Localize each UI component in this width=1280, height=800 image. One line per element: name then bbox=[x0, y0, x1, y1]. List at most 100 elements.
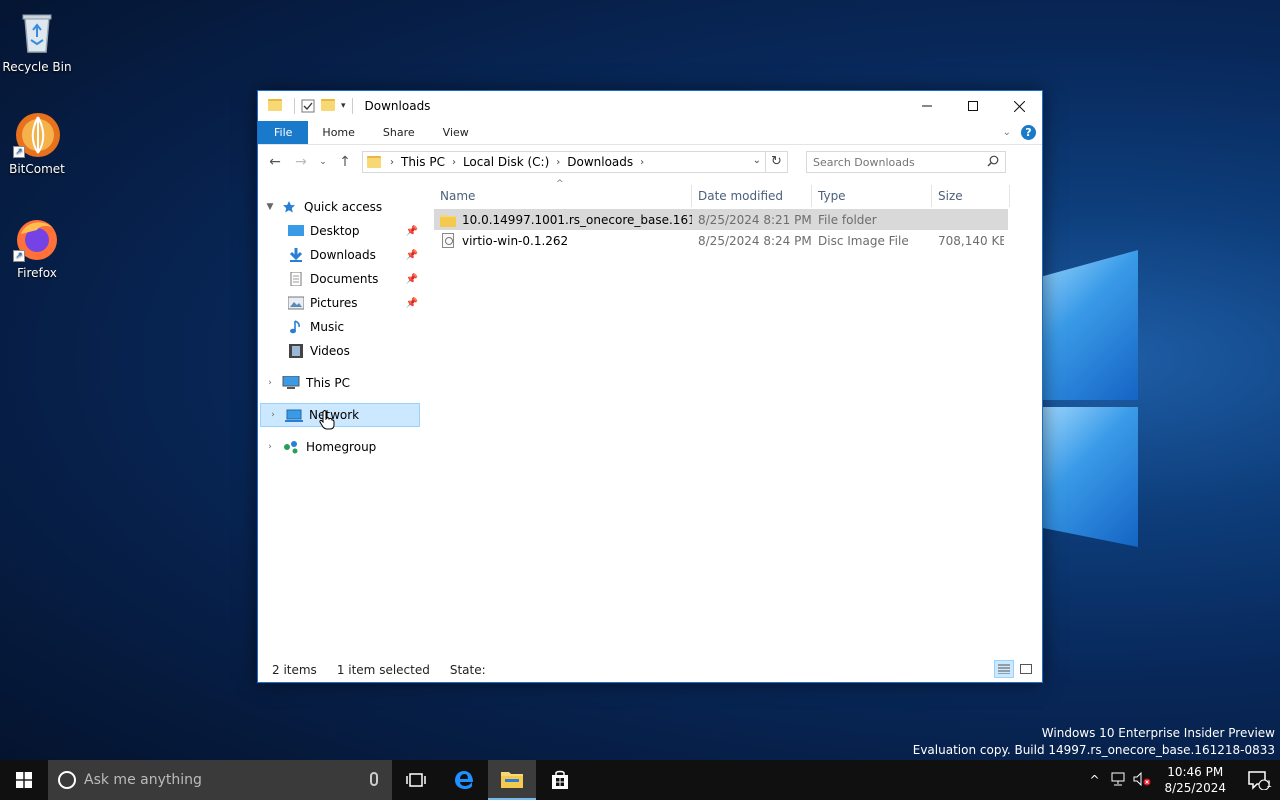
task-view-button[interactable] bbox=[392, 760, 440, 800]
selected-count: 1 item selected bbox=[336, 663, 430, 677]
edge-button[interactable] bbox=[440, 760, 488, 800]
file-type: File folder bbox=[818, 212, 877, 227]
file-name: virtio-win-0.1.262 bbox=[462, 233, 569, 248]
breadcrumb-this-pc[interactable]: This PC bbox=[397, 155, 449, 169]
column-header-type[interactable]: Type bbox=[812, 185, 932, 207]
cortana-icon bbox=[58, 771, 76, 789]
search-box[interactable] bbox=[806, 151, 1006, 173]
nav-pictures[interactable]: Pictures 📌 bbox=[258, 291, 424, 315]
customize-quick-access-icon[interactable]: ▾ bbox=[341, 101, 346, 111]
tab-view[interactable]: View bbox=[429, 121, 483, 144]
volume-muted-icon[interactable] bbox=[1130, 771, 1154, 789]
pin-icon[interactable]: 📌 bbox=[406, 274, 418, 285]
address-row: ← → ⌄ ↑ › This PC › Local Disk (C:) › Do… bbox=[258, 145, 1042, 179]
expand-icon[interactable]: › bbox=[261, 410, 285, 420]
nav-label: This PC bbox=[306, 376, 350, 390]
desktop-icon-firefox[interactable]: ↗ Firefox bbox=[0, 214, 74, 280]
show-hidden-icons-icon[interactable]: ^ bbox=[1082, 773, 1106, 787]
search-input[interactable] bbox=[813, 155, 973, 169]
file-type: Disc Image File bbox=[818, 233, 909, 248]
nav-network[interactable]: › Network bbox=[260, 403, 420, 430]
help-icon[interactable]: ? bbox=[1021, 125, 1036, 140]
expand-icon[interactable]: › bbox=[258, 378, 282, 388]
back-button[interactable]: ← bbox=[264, 151, 286, 173]
refresh-icon[interactable]: ↻ bbox=[765, 151, 787, 173]
system-tray: ^ 10:46 PM 8/25/2024 1 bbox=[1082, 760, 1280, 800]
pin-icon[interactable]: 📌 bbox=[406, 226, 418, 237]
pin-icon[interactable]: 📌 bbox=[406, 250, 418, 261]
desktop-icon-recycle-bin[interactable]: Recycle Bin bbox=[0, 8, 74, 74]
clock-time: 10:46 PM bbox=[1167, 765, 1224, 779]
nav-homegroup[interactable]: › Homegroup bbox=[258, 435, 424, 459]
desktop-icon-bitcomet[interactable]: ↗ BitComet bbox=[0, 110, 74, 176]
breadcrumb-local-disk[interactable]: Local Disk (C:) bbox=[459, 155, 553, 169]
title-bar[interactable]: ▾ Downloads bbox=[258, 91, 1042, 121]
recycle-bin-icon bbox=[13, 8, 61, 56]
tab-home[interactable]: Home bbox=[308, 121, 368, 144]
nav-downloads[interactable]: Downloads 📌 bbox=[258, 243, 424, 267]
notification-count: 1 bbox=[1266, 780, 1272, 790]
column-header-date[interactable]: Date modified bbox=[692, 185, 812, 207]
star-icon bbox=[282, 200, 298, 214]
windows-logo-icon bbox=[16, 772, 32, 788]
minimize-button[interactable] bbox=[904, 91, 950, 121]
desktop-icon-label: Recycle Bin bbox=[2, 60, 72, 74]
column-header-size[interactable]: Size bbox=[932, 185, 1010, 207]
videos-icon bbox=[288, 344, 304, 358]
close-button[interactable] bbox=[996, 91, 1042, 121]
edge-icon bbox=[455, 771, 473, 789]
file-explorer-window: ▾ Downloads File Home Share View ⌄ ? ← →… bbox=[257, 90, 1043, 683]
new-folder-icon[interactable] bbox=[321, 99, 335, 113]
hand-cursor-icon bbox=[319, 410, 335, 433]
pictures-icon bbox=[287, 296, 305, 310]
nav-this-pc[interactable]: › This PC bbox=[258, 371, 424, 395]
nav-label: Downloads bbox=[310, 248, 376, 262]
action-center-button[interactable]: 1 bbox=[1236, 760, 1280, 800]
column-headers: ^ Name Date modified Type Size bbox=[434, 179, 1042, 209]
collapse-icon[interactable]: ▼ bbox=[258, 202, 282, 212]
file-row[interactable]: 10.0.14997.1001.rs_onecore_base.161218-.… bbox=[434, 209, 1008, 230]
nav-documents[interactable]: Documents 📌 bbox=[258, 267, 424, 291]
file-row[interactable]: virtio-win-0.1.262 8/25/2024 8:24 PM Dis… bbox=[434, 230, 1008, 251]
network-tray-icon[interactable] bbox=[1106, 772, 1130, 789]
expand-icon[interactable]: › bbox=[258, 442, 282, 452]
up-button[interactable]: ↑ bbox=[334, 151, 356, 173]
cortana-search-box[interactable]: Ask me anything bbox=[48, 760, 392, 800]
download-arrow-icon bbox=[288, 248, 304, 262]
computer-icon bbox=[282, 375, 300, 390]
address-bar[interactable]: › This PC › Local Disk (C:) › Downloads … bbox=[362, 151, 788, 173]
forward-button[interactable]: → bbox=[290, 151, 312, 173]
address-dropdown-icon[interactable]: ⌄ bbox=[753, 155, 761, 166]
store-icon bbox=[552, 770, 568, 789]
folder-icon bbox=[367, 156, 381, 168]
nav-label: Videos bbox=[310, 344, 350, 358]
recent-locations-icon[interactable]: ⌄ bbox=[316, 151, 330, 173]
file-date: 8/25/2024 8:21 PM bbox=[698, 212, 812, 227]
file-date: 8/25/2024 8:24 PM bbox=[698, 233, 812, 248]
file-size: 708,140 KB bbox=[938, 233, 1004, 248]
folder-icon bbox=[440, 213, 456, 227]
start-button[interactable] bbox=[0, 760, 48, 800]
expand-ribbon-icon[interactable]: ⌄ bbox=[1003, 127, 1011, 138]
nav-music[interactable]: Music bbox=[258, 315, 424, 339]
nav-desktop[interactable]: Desktop 📌 bbox=[258, 219, 424, 243]
item-count: 2 items bbox=[272, 663, 317, 677]
store-button[interactable] bbox=[536, 760, 584, 800]
shortcut-arrow-icon: ↗ bbox=[13, 250, 25, 262]
nav-videos[interactable]: Videos bbox=[258, 339, 424, 363]
nav-quick-access[interactable]: ▼ Quick access bbox=[258, 195, 424, 219]
large-icons-view-icon[interactable] bbox=[1016, 660, 1036, 678]
details-view-icon[interactable] bbox=[994, 660, 1014, 678]
file-explorer-taskbar-button[interactable] bbox=[488, 760, 536, 800]
evaluation-watermark: Windows 10 Enterprise Insider Preview Ev… bbox=[913, 725, 1275, 759]
tab-share[interactable]: Share bbox=[369, 121, 429, 144]
homegroup-icon bbox=[282, 440, 300, 454]
maximize-button[interactable] bbox=[950, 91, 996, 121]
properties-icon[interactable] bbox=[301, 99, 315, 113]
pin-icon[interactable]: 📌 bbox=[406, 298, 418, 309]
ribbon-tabs: File Home Share View ⌄ ? bbox=[258, 121, 1042, 145]
breadcrumb-downloads[interactable]: Downloads bbox=[563, 155, 637, 169]
tab-file[interactable]: File bbox=[258, 121, 309, 144]
clock[interactable]: 10:46 PM 8/25/2024 bbox=[1154, 764, 1236, 796]
microphone-icon[interactable] bbox=[370, 772, 378, 786]
